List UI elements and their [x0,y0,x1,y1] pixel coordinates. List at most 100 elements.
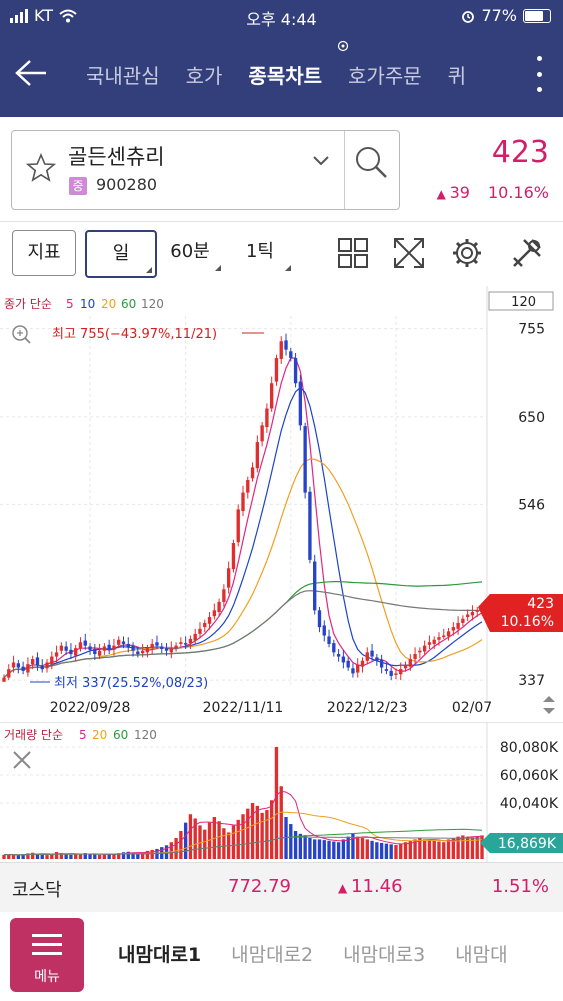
candle-body [427,642,432,645]
candle-body [327,636,331,644]
candle-body [241,492,245,512]
ma-line [3,386,483,679]
close-icon[interactable] [13,751,31,769]
volume-bar [16,855,21,859]
x-tick-label: 2022/09/28 [50,700,131,716]
candle-body [83,640,87,646]
candle-body [78,642,83,649]
volume-chart[interactable]: 거래량 단순 5 20 60 120 80,080K 60,060K 40,040K… [0,721,563,862]
volume-bar [64,854,68,859]
candle-body [198,628,202,634]
candle-body [446,631,451,637]
period-tick-button[interactable]: 1틱 [226,230,294,274]
index-ticker[interactable]: 코스닥 772.79 ▲ 11.46 1.51% [0,862,563,914]
volume-bar [54,852,59,859]
candle-body [293,358,298,384]
period-day-button[interactable]: 일 [85,230,157,278]
fullscreen-icon[interactable] [392,236,426,270]
stock-selector[interactable]: 골든센츄리 중 900280 [11,130,400,210]
custom-tab-3[interactable]: 내맘대로3 [343,940,425,967]
candle-body [69,649,73,655]
current-price-tag-value: 423 [527,596,554,612]
price-chart[interactable]: 종가 단순 5 10 20 60 120 120 최고 755(−43.97%,… [0,286,563,721]
grid-layout-icon[interactable] [336,236,370,270]
index-name: 코스닥 [12,880,62,901]
candle-body [136,651,140,655]
tab-quote[interactable]: 호가 [186,60,223,89]
volume-bar [93,854,97,859]
candle-body [456,622,460,629]
tab-next[interactable]: 퀴 [448,60,466,89]
volume-bar [222,828,226,859]
volume-bar [255,805,260,859]
volume-legend-ma120: 120 [134,728,157,742]
candle-body [203,622,207,628]
candle-body [298,381,303,426]
candle-body [370,650,374,657]
candle-body [64,646,68,651]
volume-bar [88,853,92,859]
tab-quote-order[interactable]: 호가주문 [348,60,422,89]
candle-body [332,643,336,653]
tab-stock-chart[interactable]: 종목차트 [248,60,322,89]
period-60min-button[interactable]: 60분 [156,230,224,274]
candle-body [40,665,44,670]
chevron-down-icon[interactable] [312,155,330,167]
candle-body [102,646,107,651]
candle-body [212,610,216,617]
custom-tab-4[interactable]: 내맘대 [455,940,507,967]
custom-tab-2[interactable]: 내맘대로2 [231,940,313,967]
x-tick-label: 02/07 [452,700,492,716]
volume-bar [2,854,6,859]
volume-bar [322,840,326,859]
more-menu-icon[interactable] [535,56,543,92]
volume-bar [399,843,403,859]
volume-y-axis-labels: 80,080K 60,060K 40,040K [500,740,559,812]
volume-bar [317,839,322,859]
candle-body [365,652,369,661]
volume-grid-lines [0,746,487,804]
market-badge: 중 [69,177,87,195]
custom-tab-1[interactable]: 내맘대로1 [118,940,201,967]
y-tick-label: 650 [518,410,545,426]
favorite-star-icon[interactable] [26,153,56,183]
high-label: 최고 755(−43.97%,11/21) [52,327,217,342]
candle-body [384,669,389,671]
bottom-bar: 메뉴 내맘대로1 내맘대로2 내맘대로3 내맘대 [0,912,563,1001]
search-icon[interactable] [354,145,388,179]
volume-bar [442,842,446,859]
volume-bar [45,855,49,859]
indicator-button[interactable]: 지표 [12,230,76,276]
candle-body [126,643,130,648]
candle-body [356,664,360,673]
tab-domestic-watch[interactable]: 국내관심 [86,60,160,89]
hamburger-icon [32,934,62,961]
volume-bar [112,854,116,859]
tab-indicator-icon [337,40,349,52]
candle-body [50,656,54,665]
tools-icon[interactable] [510,236,544,270]
candle-body [317,610,322,628]
back-arrow-icon[interactable] [14,58,48,88]
volume-bar [31,852,35,859]
volume-bar [188,814,193,859]
stock-header: 골든센츄리 중 900280 423 ▲ 39 10.16% [0,117,563,222]
legend-ma120: 120 [141,297,164,311]
settings-gear-icon[interactable] [450,236,484,270]
stock-name: 골든센츄리 [68,145,165,169]
candle-body [270,383,274,409]
candle-body [2,677,6,682]
volume-bar [150,849,154,859]
candle-body [346,660,350,668]
candle-body [308,491,312,560]
candle-body [465,614,470,618]
menu-button[interactable]: 메뉴 [10,918,84,992]
candle-body [341,656,346,663]
scroll-arrows-icon[interactable] [543,696,555,714]
battery-percent: 77% [481,6,517,25]
candle-body [475,610,479,612]
volume-bar [389,844,393,859]
zoom-icon[interactable] [12,325,31,344]
candlesticks [2,333,484,682]
volume-bar [480,835,484,859]
